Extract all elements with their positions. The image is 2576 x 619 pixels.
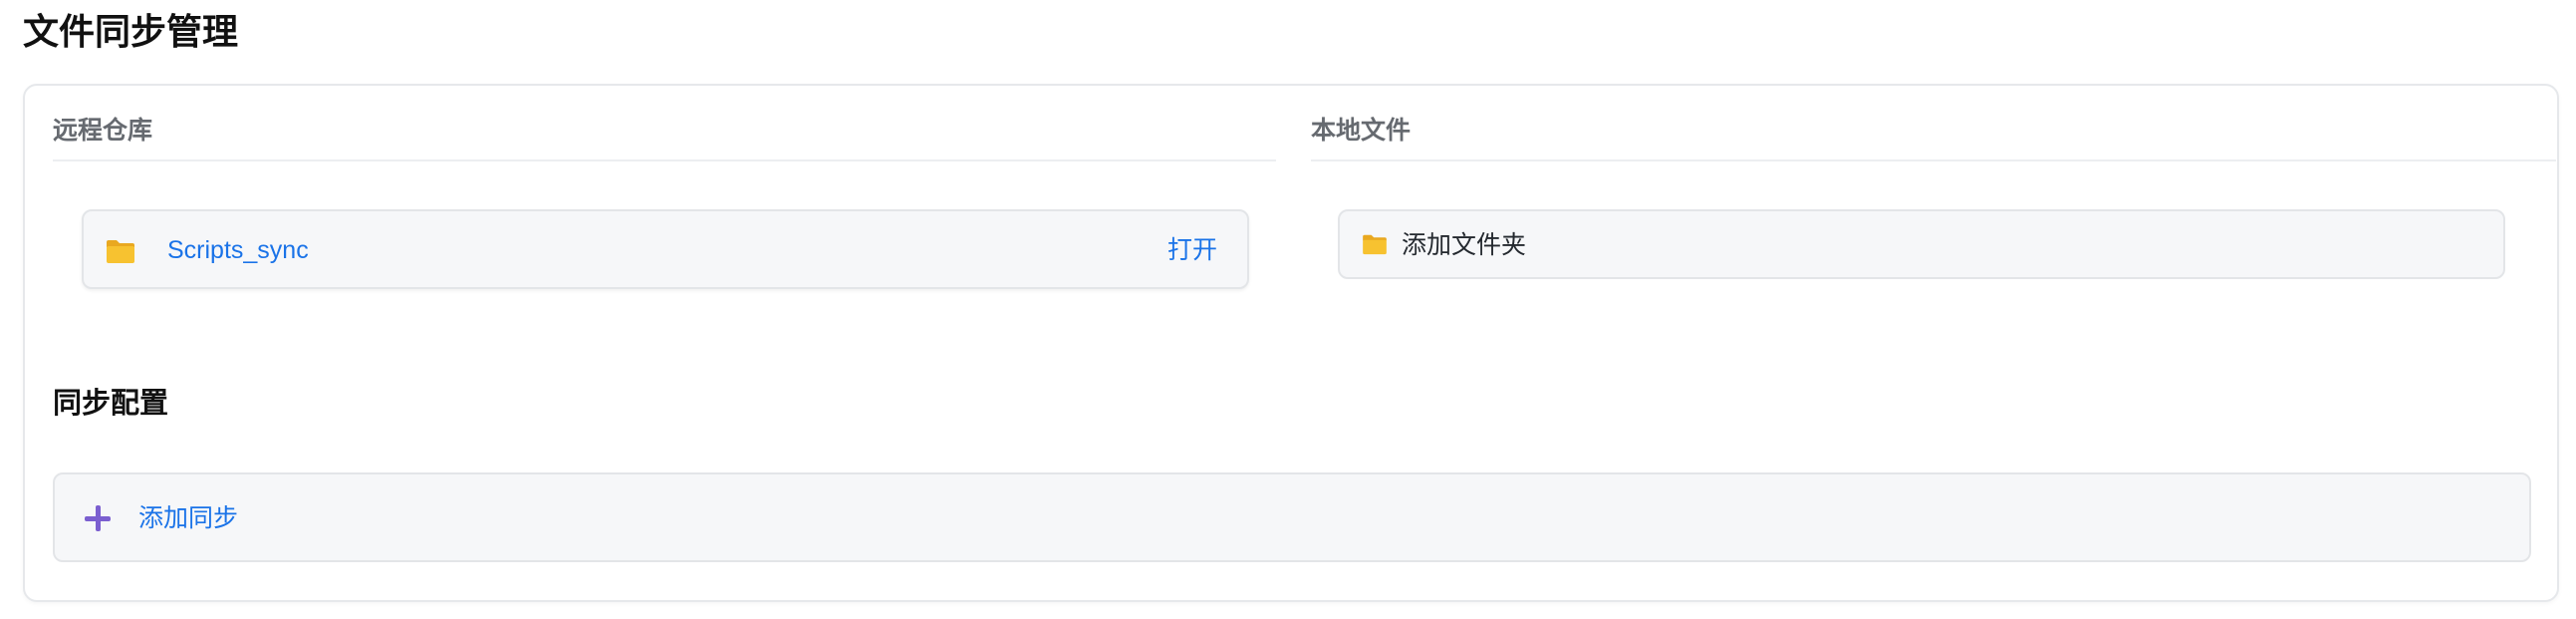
plus-icon [85,505,111,531]
add-folder-button[interactable]: 添加文件夹 [1338,209,2505,279]
sync-config-heading: 同步配置 [53,388,169,420]
folder-icon [107,240,134,263]
remote-repo-divider [53,159,1276,161]
page-title: 文件同步管理 [23,11,239,52]
local-files-heading: 本地文件 [1311,117,1412,145]
folder-icon [1363,234,1387,255]
open-repo-link[interactable]: 打开 [1167,233,1217,267]
remote-repo-heading: 远程仓库 [53,117,153,145]
local-files-divider [1311,159,2556,161]
remote-repo-item[interactable]: Scripts_sync 打开 [82,209,1249,289]
sync-management-card: 远程仓库 Scripts_sync 打开 本地文件 添加文件夹 同步配置 添加同… [23,84,2559,602]
add-sync-label: 添加同步 [138,504,239,532]
repo-name[interactable]: Scripts_sync [167,233,309,267]
add-sync-button[interactable]: 添加同步 [53,472,2531,562]
add-folder-label: 添加文件夹 [1402,231,1527,259]
